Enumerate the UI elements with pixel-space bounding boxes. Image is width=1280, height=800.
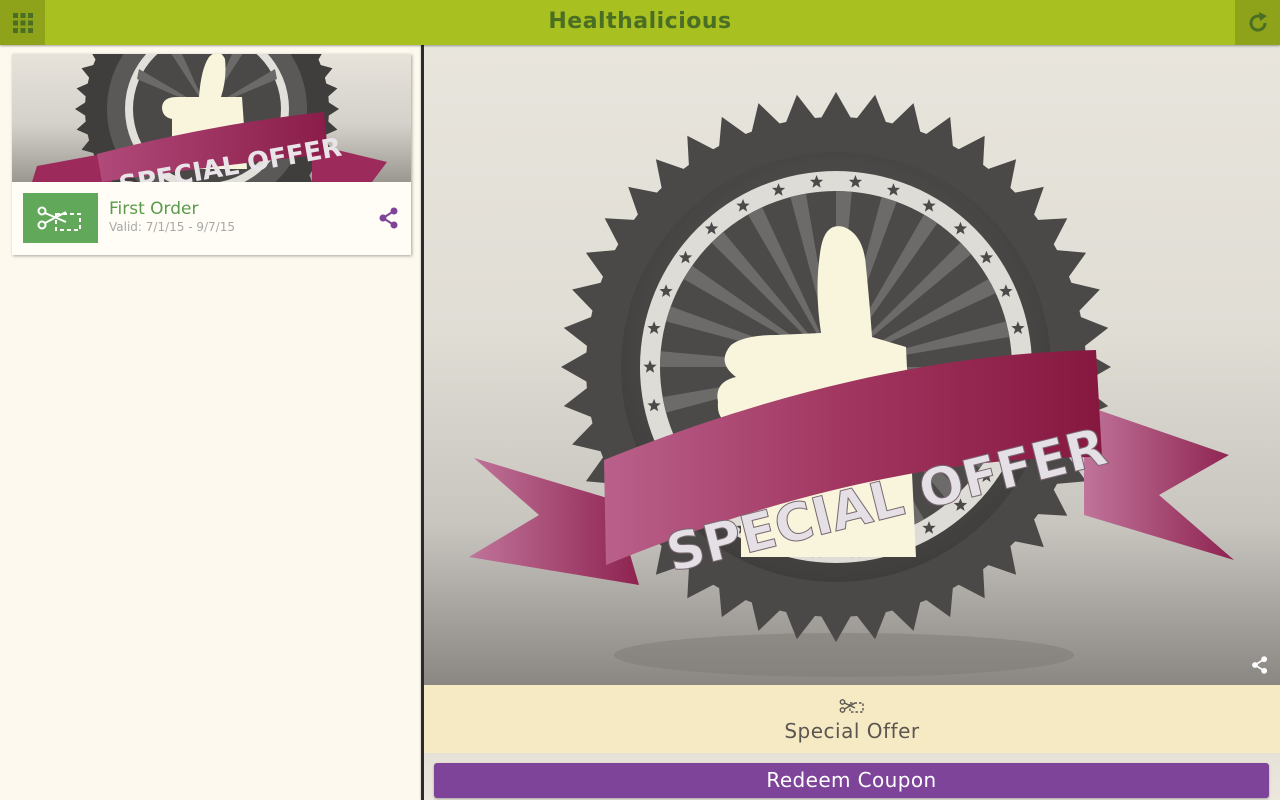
special-offer-seal-image: SPECIAL OFFER [469, 92, 1234, 677]
hero-share-button[interactable] [1250, 655, 1270, 675]
top-bar: Healthalicious [0, 0, 1280, 45]
share-icon [379, 207, 398, 229]
coupon-hero-image: SPECIAL OFFER [424, 45, 1280, 685]
scissors-coupon-icon [424, 697, 1280, 715]
coupon-card-info: First Order Valid: 7/1/15 - 9/7/15 [12, 182, 411, 255]
coupon-thumbnail: SPECIAL OFFER [12, 54, 411, 182]
coupon-valid-dates: Valid: 7/1/15 - 9/7/15 [109, 220, 235, 234]
scissors-coupon-icon [37, 206, 81, 231]
refresh-button[interactable] [1235, 0, 1280, 45]
coupon-share-button[interactable] [377, 206, 401, 230]
coupon-card[interactable]: SPECIAL OFFER First Order Valid: 7/1/15 … [12, 54, 411, 255]
coupon-list-panel: SPECIAL OFFER First Order Valid: 7/1/15 … [0, 45, 422, 800]
share-icon [1252, 656, 1268, 674]
coupon-badge [23, 193, 98, 243]
coupon-title: First Order [109, 199, 199, 219]
app-title: Healthalicious [548, 9, 732, 34]
offer-title-bar: Special Offer [424, 685, 1280, 753]
offer-title: Special Offer [784, 719, 920, 743]
redeem-coupon-button[interactable]: Redeem Coupon [434, 763, 1269, 798]
refresh-icon [1249, 11, 1267, 32]
special-offer-thumbnail-image: SPECIAL OFFER [32, 54, 387, 182]
